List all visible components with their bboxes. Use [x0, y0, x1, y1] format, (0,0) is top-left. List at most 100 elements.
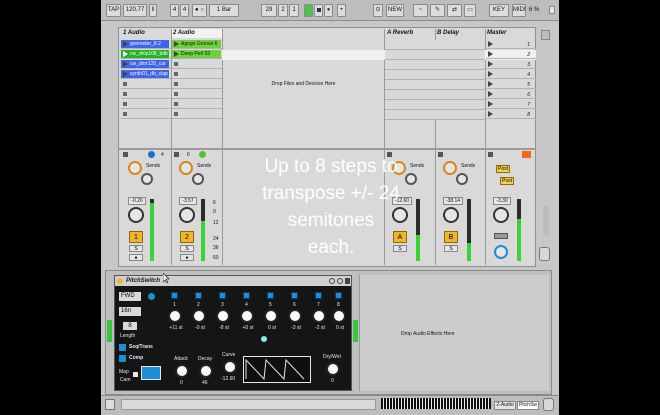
send-a-knob[interactable]	[443, 161, 457, 175]
view-toggle-icon[interactable]	[539, 247, 550, 261]
section-toggle[interactable]	[543, 206, 549, 236]
clip-slot[interactable]: synth01_db_clap	[121, 70, 169, 78]
step-pitch-knob[interactable]	[312, 309, 326, 323]
monitor-icon[interactable]	[148, 151, 155, 158]
quantization-select[interactable]: 1 Bar	[209, 4, 239, 17]
volume-display[interactable]: -3.57	[179, 197, 197, 205]
step-toggle[interactable]	[195, 292, 202, 299]
stop-button[interactable]	[314, 4, 323, 17]
device-power-icon[interactable]	[117, 278, 123, 284]
key-map-button[interactable]: KEY	[489, 4, 509, 17]
drywet-knob[interactable]	[326, 362, 340, 376]
signature-numerator[interactable]: 4	[170, 4, 179, 17]
empty-clip-slot[interactable]	[172, 110, 222, 119]
step-toggle[interactable]	[219, 292, 226, 299]
rate-select[interactable]: 16n	[119, 307, 141, 316]
arm-button[interactable]: ●	[129, 254, 143, 261]
length-field[interactable]: 8	[123, 322, 137, 330]
empty-clip-slot[interactable]	[172, 80, 222, 89]
step-toggle[interactable]	[267, 292, 274, 299]
scene-launch[interactable]: 3	[486, 60, 536, 69]
scene-launch[interactable]: 6	[486, 90, 536, 99]
automation-arm-button[interactable]: ~	[413, 4, 428, 17]
return-activator[interactable]: B	[444, 231, 458, 243]
send-b-knob[interactable]	[456, 173, 468, 185]
step-pitch-knob[interactable]	[240, 309, 254, 323]
post-button-2[interactable]: Post	[500, 177, 514, 185]
metronome-toggle[interactable]: ● ○	[192, 4, 207, 17]
pan-knob[interactable]	[443, 207, 459, 223]
empty-clip-slot[interactable]	[121, 100, 171, 109]
send-a-knob[interactable]	[128, 161, 142, 175]
cue-icon[interactable]	[522, 151, 531, 158]
clip-slot[interactable]: goometer_8.2	[121, 40, 169, 48]
empty-clip-slot[interactable]	[121, 90, 171, 99]
volume-display[interactable]: -0.20	[128, 197, 146, 205]
send-b-knob[interactable]	[192, 173, 204, 185]
device-scroll-left[interactable]	[107, 320, 112, 342]
device-tab[interactable]: PitchSw	[517, 401, 539, 410]
step-toggle[interactable]	[171, 292, 178, 299]
pan-knob[interactable]	[179, 207, 195, 223]
direction-select[interactable]: FWD	[119, 292, 141, 301]
follow-button[interactable]: ⊙	[373, 4, 383, 17]
scene-launch[interactable]: 7	[486, 100, 536, 109]
empty-clip-slot[interactable]	[172, 60, 222, 69]
loop-switch[interactable]: ⇄	[447, 4, 462, 17]
scene-launch[interactable]: 2	[486, 50, 536, 59]
scene-launch[interactable]: 1	[486, 40, 536, 49]
position-bar[interactable]: 29	[261, 4, 277, 17]
arm-button[interactable]: ●	[180, 254, 194, 261]
attack-knob[interactable]	[175, 364, 189, 378]
track-header-2[interactable]: 2 Audio	[171, 29, 222, 38]
new-button[interactable]: NEW	[386, 4, 404, 17]
overdub-button[interactable]: +	[337, 4, 346, 17]
post-button-1[interactable]: Post	[496, 165, 510, 173]
step-pitch-knob[interactable]	[216, 309, 230, 323]
detail-view-toggle[interactable]	[543, 398, 554, 411]
device-close-icon[interactable]	[345, 278, 350, 284]
solo-button[interactable]: S	[444, 245, 458, 252]
stop-all-clips-icon[interactable]	[488, 152, 493, 157]
record-button[interactable]: ●	[324, 4, 333, 17]
step-toggle[interactable]	[335, 292, 342, 299]
send-b-knob[interactable]	[141, 173, 153, 185]
info-view-toggle[interactable]	[105, 399, 115, 410]
return-header-a[interactable]: A Reverb	[385, 29, 435, 38]
pan-knob[interactable]	[493, 207, 509, 223]
track-activator[interactable]: 1	[129, 231, 143, 243]
midi-map-button[interactable]: MIDI	[512, 4, 526, 17]
empty-clip-slot[interactable]	[121, 80, 171, 89]
preset-display[interactable]	[141, 366, 161, 380]
cue-volume-icon[interactable]	[494, 233, 508, 239]
decay-knob[interactable]	[199, 364, 213, 378]
stop-all-icon[interactable]	[174, 152, 179, 157]
clip-slot[interactable]: cw_dnlp108_bdb	[121, 50, 169, 58]
empty-clip-slot[interactable]	[172, 70, 222, 79]
map-toggle[interactable]	[133, 372, 138, 377]
solo-button[interactable]: S	[129, 245, 143, 252]
device-scroll-right[interactable]	[353, 320, 358, 342]
step-toggle[interactable]	[243, 292, 250, 299]
signature-denominator[interactable]: 4	[180, 4, 189, 17]
step-pitch-knob[interactable]	[332, 309, 346, 323]
device-save-icon[interactable]	[329, 278, 335, 284]
empty-clip-slot[interactable]	[121, 110, 171, 119]
device-edit-icon[interactable]	[337, 278, 343, 284]
tempo-field[interactable]: 120.77	[123, 4, 147, 17]
step-toggle[interactable]	[291, 292, 298, 299]
send-a-knob[interactable]	[179, 161, 193, 175]
position-sixteenth[interactable]: 1	[289, 4, 299, 17]
volume-display[interactable]: -38.14	[443, 197, 463, 205]
step-pitch-knob[interactable]	[288, 309, 302, 323]
cue-knob[interactable]	[494, 245, 508, 259]
sync-icon[interactable]	[148, 293, 155, 300]
empty-clip-slot[interactable]	[172, 100, 222, 109]
scene-launch[interactable]: 4	[486, 70, 536, 79]
draw-mode-button[interactable]: ✎	[430, 4, 445, 17]
step-toggle[interactable]	[315, 292, 322, 299]
return-header-b[interactable]: B Delay	[435, 29, 485, 38]
seq-trans-toggle[interactable]	[119, 344, 126, 351]
empty-clip-slot[interactable]	[172, 90, 222, 99]
track-activator[interactable]: 2	[180, 231, 194, 243]
